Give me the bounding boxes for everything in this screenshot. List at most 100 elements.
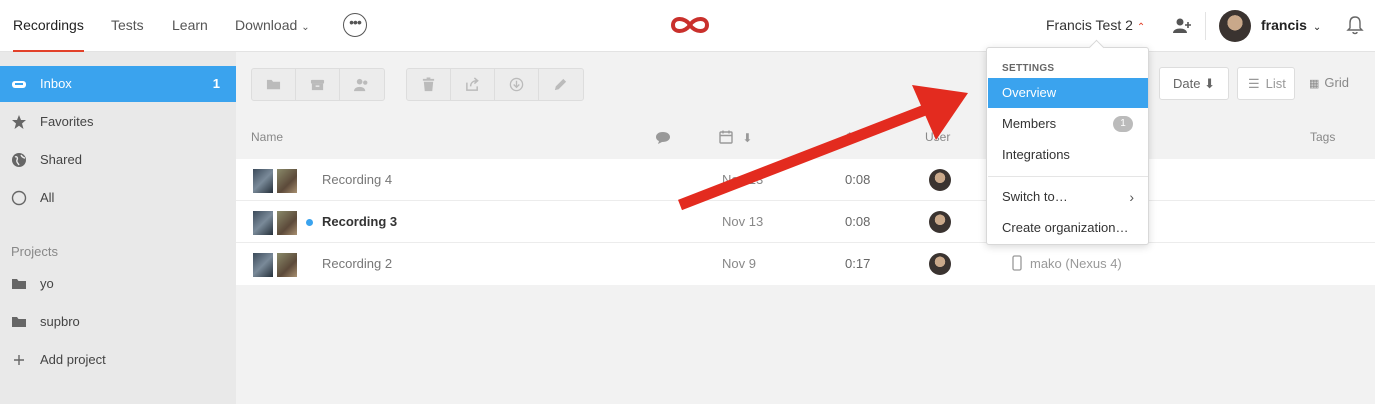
unread-indicator xyxy=(306,219,313,226)
settings-heading: SETTINGS xyxy=(1002,63,1055,74)
bell-icon[interactable] xyxy=(1346,15,1364,35)
menu-item-overview[interactable]: Overview xyxy=(988,78,1148,108)
column-date-header[interactable]: ⬇ xyxy=(719,130,752,145)
org-settings-dropdown: SETTINGS Overview Members 1 Integrations… xyxy=(986,47,1149,245)
move-to-folder-button[interactable] xyxy=(252,69,296,100)
menu-item-switch-to[interactable]: Switch to… › xyxy=(988,182,1148,212)
actions-toolbar xyxy=(406,68,584,101)
camera-thumbnail xyxy=(277,169,297,193)
archive-icon xyxy=(310,79,325,91)
add-user-icon[interactable] xyxy=(1172,16,1192,36)
more-options-icon[interactable]: ••• xyxy=(343,13,367,37)
project-label: yo xyxy=(40,276,54,291)
recording-date: Nov 13 xyxy=(722,214,764,229)
add-project-label: Add project xyxy=(40,352,106,367)
download-button[interactable] xyxy=(495,69,539,100)
folder-icon xyxy=(266,79,281,90)
share-button[interactable] xyxy=(451,69,495,100)
recording-name[interactable]: Recording 4 xyxy=(322,159,392,201)
archive-button[interactable] xyxy=(296,69,340,100)
menu-item-members[interactable]: Members 1 xyxy=(988,109,1148,139)
folder-icon xyxy=(12,317,26,327)
nav-recordings[interactable]: Recordings xyxy=(13,0,84,52)
pencil-icon xyxy=(554,78,567,91)
sidebar-project-yo[interactable]: yo xyxy=(0,266,236,302)
chevron-down-icon: ⌄ xyxy=(1312,22,1322,33)
star-icon xyxy=(12,115,26,129)
sidebar-item-all[interactable]: All xyxy=(0,180,236,216)
recording-duration: 0:17 xyxy=(845,256,871,271)
sidebar-item-label: Favorites xyxy=(40,114,94,129)
grid-icon: ▦ xyxy=(1309,78,1320,90)
sort-date-button[interactable]: Date ⬇ xyxy=(1159,67,1229,100)
users-icon xyxy=(354,78,368,92)
menu-divider xyxy=(988,176,1148,177)
sidebar-item-favorites[interactable]: Favorites xyxy=(0,104,236,140)
column-name-header[interactable]: Name xyxy=(251,130,283,144)
inbox-icon xyxy=(12,81,26,88)
assign-user-button[interactable] xyxy=(340,69,384,100)
screen-thumbnail xyxy=(253,169,273,193)
nav-learn[interactable]: Learn xyxy=(172,0,208,52)
sidebar-item-label: Shared xyxy=(40,152,82,167)
sidebar-project-supbro[interactable]: supbro xyxy=(0,304,236,340)
organize-toolbar xyxy=(251,68,385,101)
username: francis xyxy=(1261,17,1307,33)
user-menu[interactable]: francis ⌄ xyxy=(1261,0,1321,52)
recording-duration: 0:08 xyxy=(845,214,871,229)
org-name: Francis Test 2 xyxy=(1046,17,1133,33)
sidebar-item-label: All xyxy=(40,190,55,205)
switch-to-label: Switch to… xyxy=(1002,189,1068,204)
calendar-icon xyxy=(719,130,733,144)
column-tags-header[interactable]: Tags xyxy=(1310,130,1335,144)
recordings-list: Recording 4 Nov 13 0:08 Recording 3 Nov … xyxy=(236,159,1375,285)
trash-icon xyxy=(422,77,435,92)
list-icon: ☰ xyxy=(1248,76,1260,91)
header-divider xyxy=(1205,12,1206,40)
grid-view-button[interactable]: ▦ Grid xyxy=(1309,67,1349,100)
circle-icon xyxy=(11,190,27,206)
recording-date: Nov 13 xyxy=(722,172,764,187)
menu-item-integrations[interactable]: Integrations xyxy=(988,140,1148,170)
folder-icon xyxy=(12,279,26,289)
recording-date: Nov 9 xyxy=(722,256,756,271)
sidebar-item-inbox[interactable]: Inbox 1 xyxy=(0,66,236,102)
add-project-button[interactable]: Add project xyxy=(0,342,236,378)
list-label: List xyxy=(1265,76,1286,91)
camera-thumbnail xyxy=(277,211,297,235)
edit-button[interactable] xyxy=(539,69,583,100)
comment-icon[interactable] xyxy=(655,131,671,145)
recording-name[interactable]: Recording 2 xyxy=(322,243,392,285)
table-row[interactable]: Recording 4 Nov 13 0:08 xyxy=(236,159,1375,201)
globe-icon xyxy=(12,153,26,167)
user-avatar xyxy=(929,211,951,233)
sidebar: Inbox 1 Favorites Shared All Projects yo… xyxy=(0,52,236,404)
phone-icon xyxy=(1012,255,1022,271)
sort-desc-icon: ⬇ xyxy=(742,131,753,145)
inbox-count: 1 xyxy=(212,76,220,91)
nav-tests[interactable]: Tests xyxy=(111,0,144,52)
column-user-header[interactable]: User xyxy=(925,130,950,144)
sidebar-item-shared[interactable]: Shared xyxy=(0,142,236,178)
chevron-down-icon: ⌄ xyxy=(301,22,310,33)
delete-button[interactable] xyxy=(407,69,451,100)
table-row[interactable]: Recording 2 Nov 9 0:17 mako (Nexus 4) xyxy=(236,243,1375,285)
list-view-button[interactable]: ☰ List xyxy=(1237,67,1295,100)
chevron-right-icon: › xyxy=(1129,189,1134,205)
share-icon xyxy=(466,77,479,91)
menu-item-create-organization[interactable]: Create organization… xyxy=(988,213,1148,243)
device-name: mako (Nexus 4) xyxy=(1030,256,1122,271)
nav-download[interactable]: Download ⌄ xyxy=(235,0,310,52)
projects-heading: Projects xyxy=(11,244,58,259)
device-info: mako (Nexus 4) xyxy=(1012,243,1122,285)
logo-icon xyxy=(670,17,710,33)
recording-name[interactable]: Recording 3 xyxy=(322,201,397,243)
sidebar-item-label: Inbox xyxy=(40,76,72,91)
screen-thumbnail xyxy=(253,253,273,277)
user-avatar[interactable] xyxy=(1219,10,1251,42)
column-duration-header[interactable]: ⏱ xyxy=(845,130,854,145)
download-icon xyxy=(509,77,524,92)
user-avatar xyxy=(929,169,951,191)
table-row[interactable]: Recording 3 Nov 13 0:08 xyxy=(236,201,1375,243)
screen-thumbnail xyxy=(253,211,273,235)
